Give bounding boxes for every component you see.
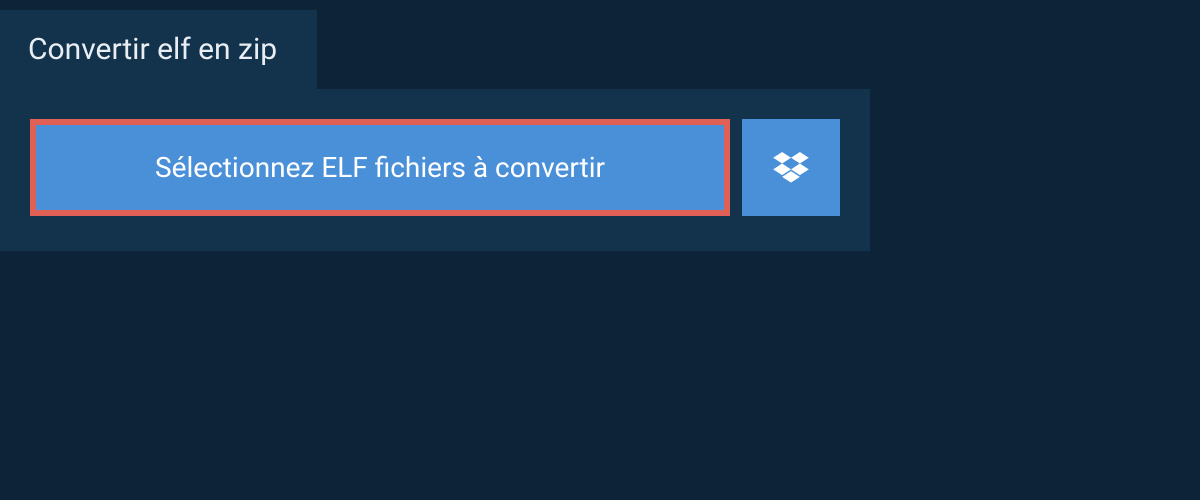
select-files-button[interactable]: Sélectionnez ELF fichiers à convertir (30, 119, 730, 216)
tab-header: Convertir elf en zip (0, 10, 317, 89)
content-panel: Sélectionnez ELF fichiers à convertir (0, 89, 870, 251)
button-row: Sélectionnez ELF fichiers à convertir (30, 119, 840, 216)
dropbox-icon (773, 152, 809, 184)
dropbox-button[interactable] (742, 119, 840, 216)
page-title: Convertir elf en zip (28, 32, 277, 67)
select-files-label: Sélectionnez ELF fichiers à convertir (155, 151, 605, 184)
